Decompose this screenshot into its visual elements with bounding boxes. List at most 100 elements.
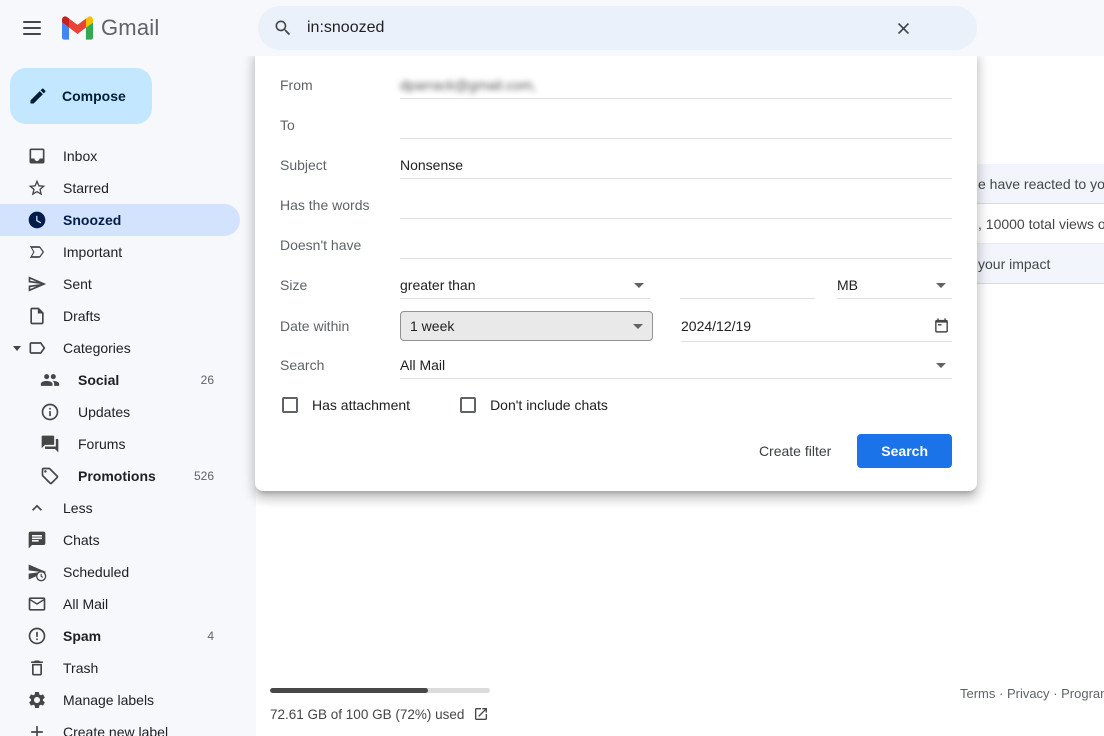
sidebar-item-create-new-label[interactable]: Create new label bbox=[0, 716, 240, 736]
subject-value: Nonsense bbox=[400, 157, 463, 173]
trash-icon bbox=[27, 658, 47, 678]
storage-usage-text: 72.61 GB of 100 GB (72%) used bbox=[270, 707, 464, 722]
filter-row-size: Size greater than MB bbox=[280, 271, 952, 299]
search-scope-label: Search bbox=[280, 357, 400, 373]
to-label: To bbox=[280, 117, 400, 133]
filter-row-from: From dparrack@gmail.com, bbox=[280, 71, 952, 99]
size-value-input[interactable] bbox=[680, 271, 815, 299]
snoozed-clock-icon bbox=[27, 210, 47, 230]
sidebar-item-important[interactable]: Important bbox=[0, 236, 240, 268]
filter-buttons: Create filter Search bbox=[747, 434, 952, 468]
sidebar-item-sent[interactable]: Sent bbox=[0, 268, 240, 300]
dropdown-arrow-icon bbox=[634, 283, 644, 288]
storage-progress-fill bbox=[270, 688, 428, 693]
unread-count: 26 bbox=[201, 373, 214, 387]
dont-include-chats-checkbox[interactable] bbox=[460, 397, 476, 413]
subject-input[interactable]: Nonsense bbox=[400, 151, 952, 179]
sidebar-item-spam[interactable]: Spam 4 bbox=[0, 620, 240, 652]
sidebar-nav: Inbox Starred Snoozed Important Sent Dra… bbox=[0, 140, 256, 736]
tag-icon bbox=[40, 466, 60, 486]
sidebar: Compose Inbox Starred Snoozed Important … bbox=[0, 56, 256, 736]
to-input[interactable] bbox=[400, 111, 952, 139]
sidebar-item-snoozed[interactable]: Snoozed bbox=[0, 204, 240, 236]
sidebar-item-scheduled[interactable]: Scheduled bbox=[0, 556, 240, 588]
email-snippet: , 10000 total views o bbox=[978, 216, 1104, 232]
email-snippet: your impact bbox=[978, 256, 1050, 272]
filter-row-search-scope: Search All Mail bbox=[280, 351, 952, 379]
sent-icon bbox=[27, 274, 47, 294]
filter-row-to: To bbox=[280, 111, 952, 139]
important-label-icon bbox=[27, 242, 47, 262]
main-menu-icon[interactable] bbox=[8, 4, 56, 52]
size-label: Size bbox=[280, 277, 400, 293]
chat-icon bbox=[27, 530, 47, 550]
gmail-wordmark: Gmail bbox=[101, 15, 159, 41]
has-attachment-checkbox[interactable] bbox=[282, 397, 298, 413]
envelope-icon bbox=[27, 594, 47, 614]
gear-icon bbox=[27, 690, 47, 710]
spam-alert-icon bbox=[27, 626, 47, 646]
close-icon[interactable] bbox=[887, 12, 919, 44]
filter-row-doesnt-have: Doesn't have bbox=[280, 231, 952, 259]
search-bar[interactable]: in:snoozed bbox=[258, 6, 977, 50]
sidebar-item-updates[interactable]: Updates bbox=[0, 396, 240, 428]
search-input[interactable]: in:snoozed bbox=[307, 19, 384, 37]
has-words-label: Has the words bbox=[280, 197, 400, 213]
date-input[interactable]: 2024/12/19 bbox=[681, 310, 952, 342]
search-icon[interactable] bbox=[273, 18, 293, 38]
gmail-m-icon bbox=[62, 16, 93, 40]
sidebar-item-less[interactable]: Less bbox=[0, 492, 240, 524]
calendar-icon[interactable] bbox=[933, 317, 950, 334]
subject-label: Subject bbox=[280, 157, 400, 173]
sidebar-item-categories[interactable]: Categories bbox=[0, 332, 240, 364]
storage-meter: 72.61 GB of 100 GB (72%) used bbox=[270, 688, 490, 722]
draft-file-icon bbox=[27, 306, 47, 326]
chevron-down-icon[interactable] bbox=[13, 346, 22, 351]
sidebar-item-social[interactable]: Social 26 bbox=[0, 364, 240, 396]
search-button[interactable]: Search bbox=[857, 434, 952, 468]
search-filter-panel: From dparrack@gmail.com, To Subject Nons… bbox=[255, 51, 977, 491]
compose-button[interactable]: Compose bbox=[10, 68, 152, 124]
forum-icon bbox=[40, 434, 60, 454]
chevron-up-icon bbox=[27, 498, 47, 518]
from-label: From bbox=[280, 77, 400, 93]
size-operator-select[interactable]: greater than bbox=[400, 271, 650, 299]
filter-row-date: Date within 1 week 2024/12/19 bbox=[280, 310, 952, 342]
filter-row-subject: Subject Nonsense bbox=[280, 151, 952, 179]
scheduled-send-icon bbox=[27, 562, 47, 582]
sidebar-item-chats[interactable]: Chats bbox=[0, 524, 240, 556]
footer-links: Terms · Privacy · Program P bbox=[960, 686, 1104, 701]
dont-include-chats-label: Don't include chats bbox=[490, 397, 608, 413]
size-unit-select[interactable]: MB bbox=[837, 271, 952, 299]
sidebar-item-promotions[interactable]: Promotions 526 bbox=[0, 460, 240, 492]
date-range-select[interactable]: 1 week bbox=[400, 311, 653, 341]
gmail-logo[interactable]: Gmail bbox=[62, 15, 159, 41]
sidebar-item-drafts[interactable]: Drafts bbox=[0, 300, 240, 332]
dropdown-arrow-icon bbox=[936, 283, 946, 288]
open-in-new-icon[interactable] bbox=[473, 706, 489, 722]
sidebar-item-starred[interactable]: Starred bbox=[0, 172, 240, 204]
sidebar-item-forums[interactable]: Forums bbox=[0, 428, 240, 460]
sidebar-item-inbox[interactable]: Inbox bbox=[0, 140, 240, 172]
has-words-input[interactable] bbox=[400, 191, 952, 219]
has-attachment-label: Has attachment bbox=[312, 397, 410, 413]
sidebar-item-trash[interactable]: Trash bbox=[0, 652, 240, 684]
sidebar-item-all-mail[interactable]: All Mail bbox=[0, 588, 240, 620]
dropdown-arrow-icon bbox=[936, 363, 946, 368]
create-filter-button[interactable]: Create filter bbox=[747, 435, 843, 467]
sidebar-item-manage-labels[interactable]: Manage labels bbox=[0, 684, 240, 716]
star-icon bbox=[27, 178, 47, 198]
date-within-label: Date within bbox=[280, 318, 400, 334]
compose-label: Compose bbox=[62, 88, 126, 104]
unread-count: 4 bbox=[207, 629, 214, 643]
people-icon bbox=[40, 370, 60, 390]
inbox-icon bbox=[27, 146, 47, 166]
label-icon bbox=[27, 338, 47, 358]
email-snippet: e have reacted to yo bbox=[978, 176, 1104, 192]
pencil-icon bbox=[28, 86, 48, 106]
unread-count: 526 bbox=[194, 469, 214, 483]
doesnt-have-input[interactable] bbox=[400, 231, 952, 259]
from-input[interactable]: dparrack@gmail.com, bbox=[400, 71, 952, 99]
footer-links-text[interactable]: Terms · Privacy · Program P bbox=[960, 686, 1104, 701]
search-scope-select[interactable]: All Mail bbox=[400, 351, 952, 379]
